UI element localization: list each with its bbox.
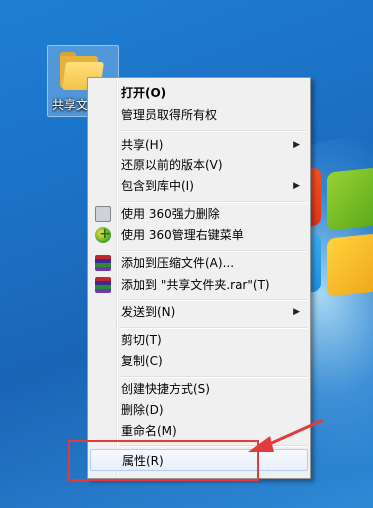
menu-item-label: 共享(H) [121,138,164,152]
menu-item-label: 复制(C) [121,354,163,368]
menu-item-label: 添加到压缩文件(A)... [121,256,235,270]
submenu-arrow-icon: ▶ [293,307,300,317]
menu-item-open[interactable]: 打开(O) [90,82,308,104]
menu-item-label: 包含到库中(I) [121,179,194,193]
menu-item-cut[interactable]: 剪切(T) [90,329,308,351]
menu-item-delete[interactable]: 删除(D) [90,399,308,421]
menu-item-label: 使用 360管理右键菜单 [121,228,244,242]
menu-item-add-to-archive[interactable]: 添加到压缩文件(A)... [90,252,308,274]
menu-item-rename[interactable]: 重命名(M) [90,420,308,442]
menu-item-label: 还原以前的版本(V) [121,158,223,172]
menu-item-share[interactable]: 共享(H) ▶ [90,134,308,156]
menu-item-label: 删除(D) [121,403,164,417]
drive-icon [95,206,111,222]
menu-item-label: 添加到 "共享文件夹.rar"(T) [121,278,270,292]
context-menu: 打开(O) 管理员取得所有权 共享(H) ▶ 还原以前的版本(V) 包含到库中(… [87,77,311,479]
winrar-icon [95,277,111,293]
menu-item-include-in-library[interactable]: 包含到库中(I) ▶ [90,175,308,197]
menu-item-360-manage[interactable]: 使用 360管理右键菜单 [90,223,308,246]
menu-item-label: 剪切(T) [121,333,162,347]
menu-item-copy[interactable]: 复制(C) [90,350,308,372]
360-icon [95,223,111,245]
submenu-arrow-icon: ▶ [293,181,300,191]
menu-separator [119,130,307,132]
menu-item-label: 重命名(M) [121,424,177,438]
menu-item-label: 创建快捷方式(S) [121,382,210,396]
winrar-icon [95,255,111,271]
menu-item-label: 发送到(N) [121,305,176,319]
menu-item-label: 管理员取得所有权 [121,108,218,122]
menu-item-add-to-rar[interactable]: 添加到 "共享文件夹.rar"(T) [90,274,308,296]
submenu-arrow-icon: ▶ [293,140,300,150]
menu-item-take-ownership[interactable]: 管理员取得所有权 [90,104,308,126]
menu-item-create-shortcut[interactable]: 创建快捷方式(S) [90,378,308,400]
menu-item-label: 打开(O) [121,86,167,100]
menu-item-send-to[interactable]: 发送到(N) ▶ [90,301,308,323]
menu-item-360-delete[interactable]: 使用 360强力删除 [90,203,308,225]
highlight-box [68,440,259,481]
menu-item-restore-versions[interactable]: 还原以前的版本(V) [90,154,308,176]
menu-item-label: 使用 360强力删除 [121,207,220,221]
